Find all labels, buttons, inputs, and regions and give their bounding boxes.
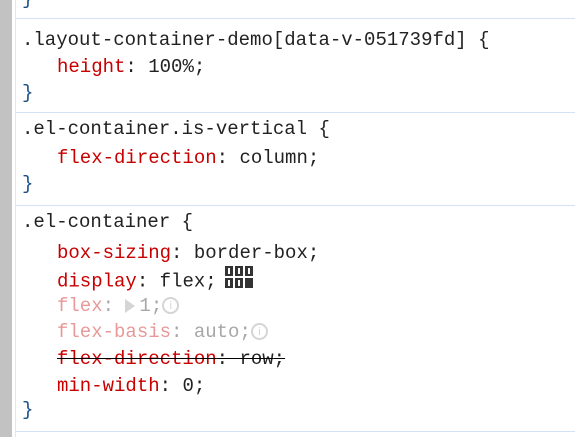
declaration-flex-basis[interactable]: flex-basis: auto; i [57, 319, 268, 346]
property-name[interactable]: display [57, 271, 137, 293]
property-value[interactable]: column [239, 147, 307, 169]
close-brace: } [22, 399, 34, 421]
property-name[interactable]: flex-direction [57, 147, 217, 169]
info-icon[interactable]: i [250, 323, 268, 341]
previous-rule-close-brace: } [22, 0, 33, 13]
property-value[interactable]: 0 [182, 375, 193, 397]
expand-triangle-icon[interactable] [125, 298, 136, 313]
declaration-box-sizing[interactable]: box-sizing: border-box; [57, 240, 319, 267]
scrollbar-gutter[interactable] [0, 0, 12, 437]
close-brace: } [22, 82, 34, 104]
rule-selector[interactable]: .el-container [22, 211, 170, 233]
panel-edge [15, 0, 16, 437]
close-brace: } [22, 173, 34, 195]
declaration-flex[interactable]: flex: 1; i [57, 293, 180, 320]
property-value[interactable]: border-box [194, 242, 308, 264]
property-value[interactable]: 100% [148, 56, 194, 78]
property-name[interactable]: min-width [57, 375, 160, 397]
open-brace: { [466, 29, 490, 51]
property-value[interactable]: auto [194, 321, 240, 343]
property-name[interactable]: height [57, 56, 125, 78]
declaration-display[interactable]: display: flex; [57, 266, 253, 293]
declaration-flex-direction[interactable]: flex-direction: column; [57, 145, 319, 172]
rule-selector[interactable]: .el-container.is-vertical [22, 118, 307, 140]
property-name[interactable]: flex-direction [57, 348, 217, 370]
rule-divider [16, 431, 575, 432]
rule-selector-line[interactable]: .layout-container-demo[data-v-051739fd] … [22, 27, 490, 54]
flexbox-editor-icon[interactable] [224, 266, 253, 297]
property-name[interactable]: flex [57, 295, 103, 317]
rule-selector[interactable]: .layout-container-demo[data-v-051739fd] [22, 29, 467, 51]
rule-selector-line[interactable]: .el-container { [22, 209, 193, 236]
declaration-height[interactable]: height: 100%; [57, 54, 205, 81]
property-name[interactable]: box-sizing [57, 242, 171, 264]
open-brace: { [170, 211, 194, 233]
declaration-min-width[interactable]: min-width: 0; [57, 373, 205, 400]
open-brace: { [307, 118, 330, 140]
property-value[interactable]: 1 [139, 295, 150, 317]
declaration-flex-direction-overridden[interactable]: flex-direction: row; [57, 346, 285, 373]
property-name[interactable]: flex-basis [57, 321, 171, 343]
rule-divider [16, 112, 575, 113]
rule-divider [16, 205, 575, 206]
property-value[interactable]: row [239, 348, 273, 370]
info-icon[interactable]: i [162, 297, 180, 315]
property-value[interactable]: flex [160, 271, 206, 293]
rule-selector-line[interactable]: .el-container.is-vertical { [22, 116, 330, 143]
rule-divider [16, 18, 575, 19]
